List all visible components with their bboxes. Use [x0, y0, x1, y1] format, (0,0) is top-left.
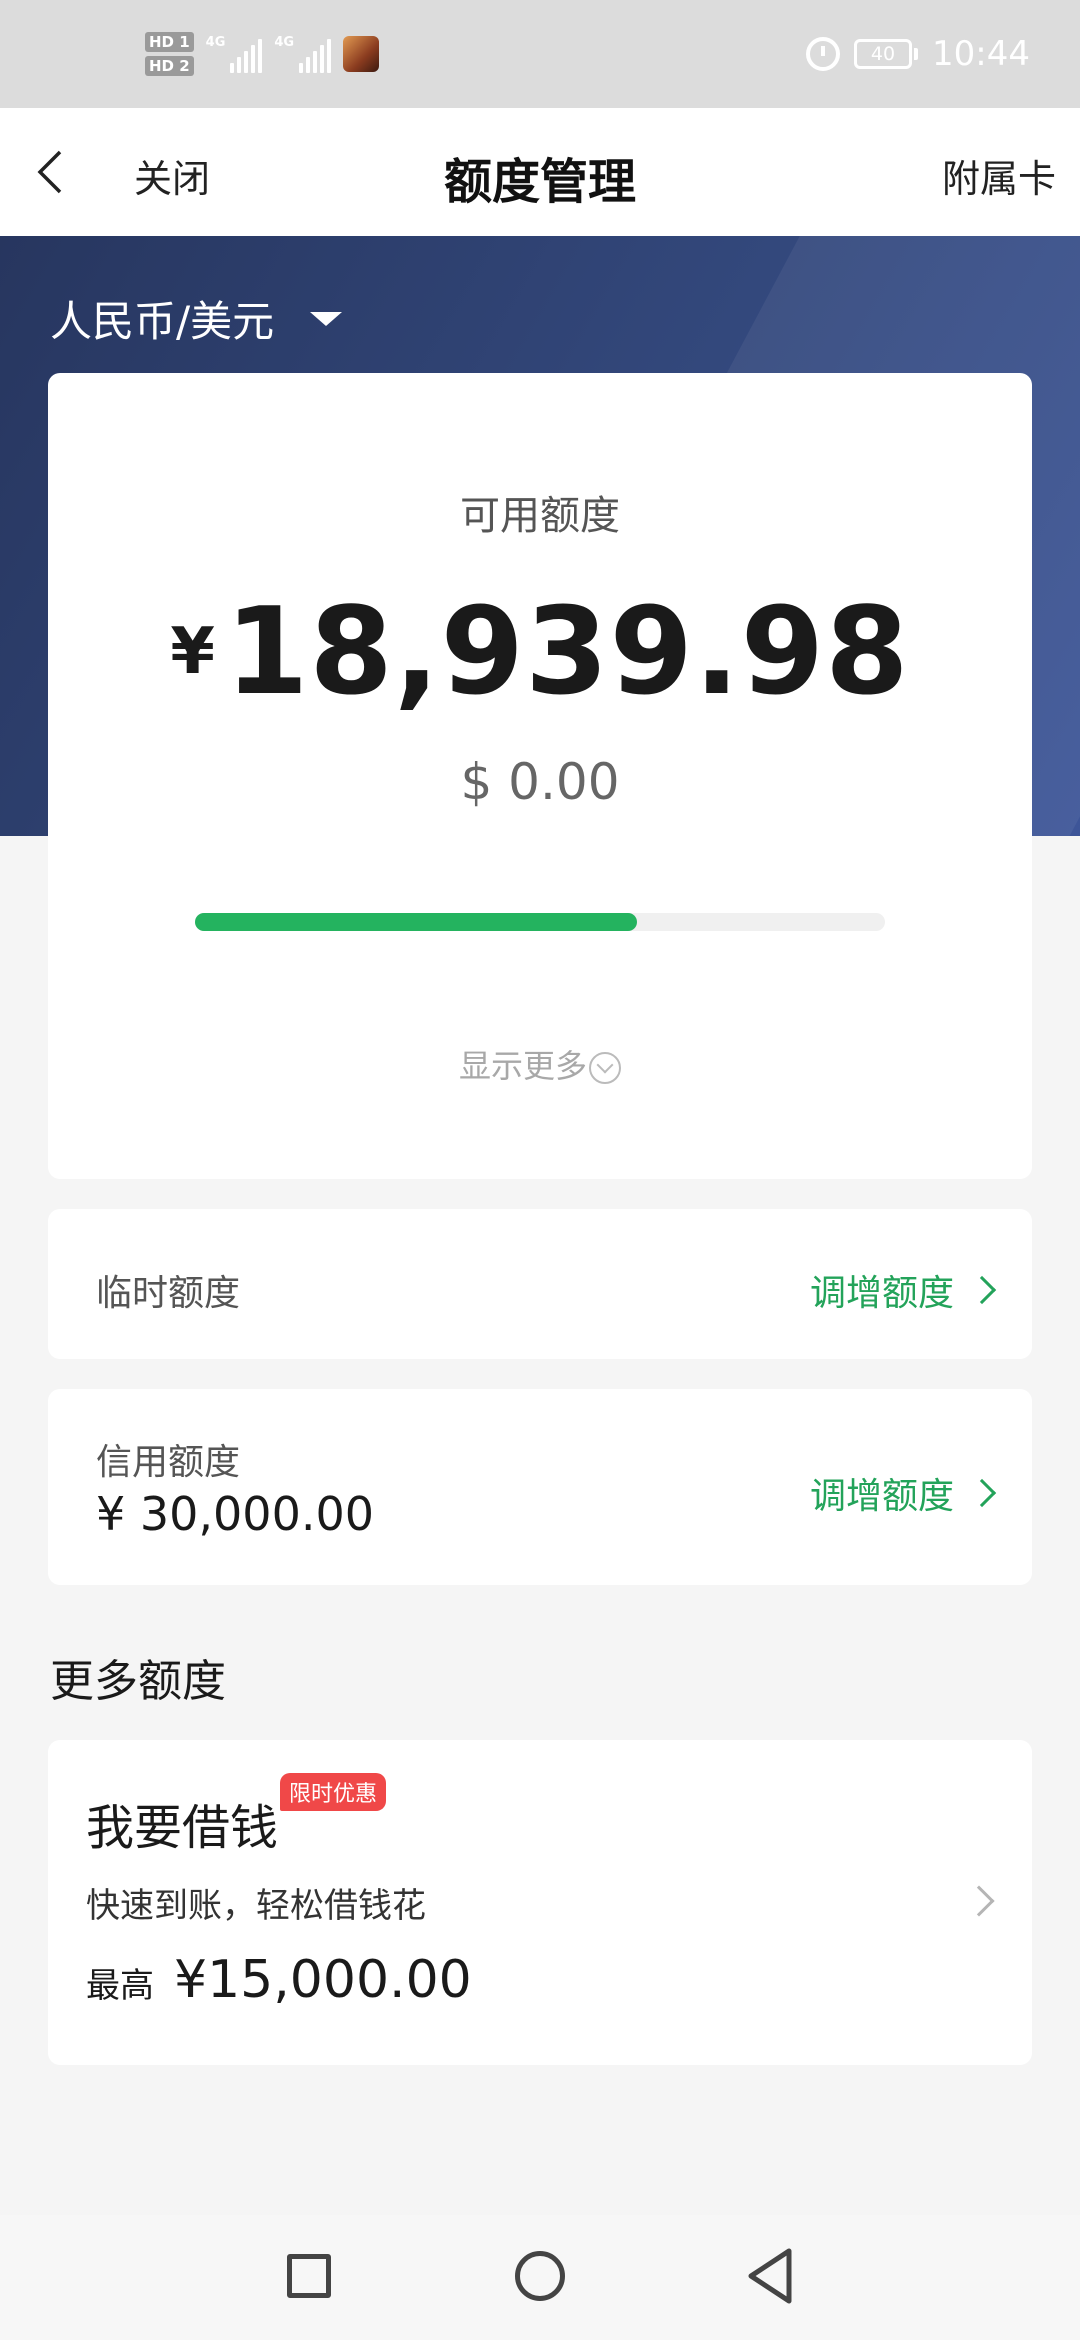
show-more-label: 显示更多 [458, 1047, 587, 1085]
loan-max-value: ¥15,000.00 [174, 1950, 472, 2010]
loan-card[interactable]: 我要借钱 限时优惠 快速到账，轻松借钱花 最高 ¥15,000.00 [48, 1740, 1032, 2065]
nav-bar: 关闭 额度管理 附属卡 [0, 108, 1080, 236]
more-limits-title: 更多额度 [50, 1656, 226, 1707]
recent-apps-icon[interactable] [287, 2254, 331, 2298]
loan-max-prefix: 最高 [86, 1966, 154, 2006]
temp-limit-action-label: 调增额度 [809, 1273, 954, 1314]
status-left: HD 1 HD 2 4G 4G [145, 32, 380, 76]
loan-title: 我要借钱 [86, 1800, 279, 1856]
chevron-right-icon [967, 1275, 997, 1305]
available-amount: ¥18,939.98 [48, 583, 1032, 722]
status-right: 40 10:44 [806, 34, 1030, 74]
credit-usage-fill [195, 913, 637, 931]
status-bar: HD 1 HD 2 4G 4G 40 10:44 [0, 0, 1080, 108]
system-back-icon[interactable] [745, 2247, 795, 2305]
show-more-button[interactable]: 显示更多 [48, 1041, 1032, 1087]
usd-amount: $ 0.00 [460, 753, 620, 811]
available-credit-card: 可用额度 ¥18,939.98 $ 0.00 显示更多 [48, 373, 1032, 1179]
loan-max-amount: 最高 ¥15,000.00 [86, 1950, 472, 2010]
chevron-right-icon [963, 1885, 995, 1917]
credit-limit-label: 信用额度 [96, 1442, 241, 1483]
alarm-icon [806, 37, 841, 71]
hd2-badge: HD 2 [145, 56, 194, 76]
promo-badge: 限时优惠 [280, 1773, 387, 1811]
credit-limit-increase-button[interactable]: 调增额度 [809, 1467, 997, 1519]
caret-down-icon [310, 311, 343, 326]
clock: 10:44 [932, 34, 1030, 74]
hd-indicators: HD 1 HD 2 [145, 32, 194, 76]
temp-limit-increase-button[interactable]: 调增额度 [809, 1264, 997, 1316]
system-nav-bar [0, 2215, 1080, 2340]
battery-icon: 40 [854, 39, 919, 69]
credit-limit-row[interactable]: 信用额度 ¥ 30,000.00 调增额度 [48, 1389, 1032, 1585]
chevron-right-icon [967, 1478, 997, 1508]
available-amount-value: 18,939.98 [224, 583, 910, 722]
supplementary-card-button[interactable]: 附属卡 [942, 148, 1056, 203]
battery-level: 40 [854, 39, 913, 69]
loan-description: 快速到账，轻松借钱花 [86, 1886, 426, 1926]
credit-limit-value: ¥ 30,000.00 [96, 1487, 374, 1541]
credit-usage-bar [195, 913, 885, 931]
page-title: 额度管理 [443, 154, 636, 210]
available-label: 可用额度 [460, 493, 620, 539]
currency-selector-label: 人民币/美元 [50, 297, 275, 346]
signal-2-icon: 4G [274, 35, 332, 73]
temp-limit-label: 临时额度 [96, 1273, 241, 1314]
home-icon[interactable] [515, 2251, 565, 2301]
currency-selector[interactable]: 人民币/美元 [50, 288, 343, 349]
hd1-badge: HD 1 [145, 32, 194, 52]
signal-1-icon: 4G [206, 35, 263, 73]
credit-limit-action-label: 调增额度 [809, 1476, 954, 1517]
yen-symbol: ¥ [170, 615, 215, 689]
temp-limit-row[interactable]: 临时额度 调增额度 [48, 1209, 1032, 1359]
chevron-down-circle-icon [589, 1052, 621, 1084]
game-app-icon [343, 36, 380, 72]
